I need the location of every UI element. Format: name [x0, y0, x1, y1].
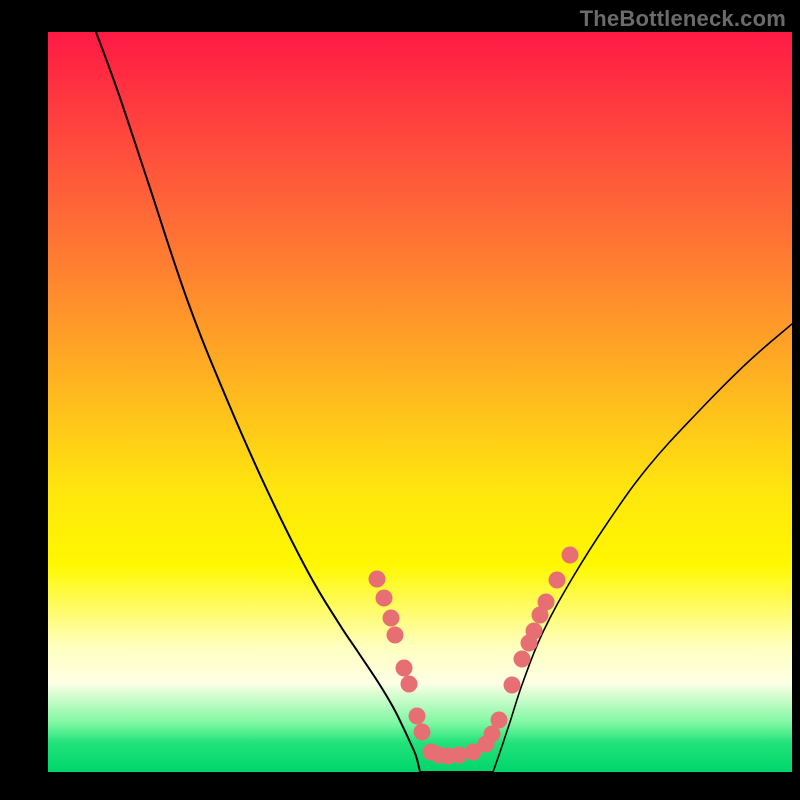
curve-svg [48, 32, 792, 772]
data-point [549, 572, 566, 589]
data-point [562, 547, 579, 564]
data-point [451, 747, 468, 764]
data-point [514, 651, 531, 668]
left-curve-path [96, 32, 420, 772]
data-point [396, 660, 413, 677]
data-point [409, 708, 426, 725]
right-curve-path [493, 324, 792, 772]
data-point [491, 712, 508, 729]
chart-frame: TheBottleneck.com [0, 0, 800, 800]
data-point [401, 676, 418, 693]
markers-group [369, 547, 579, 765]
data-point [538, 594, 555, 611]
data-point [504, 677, 521, 694]
data-point [383, 610, 400, 627]
plot-area [48, 32, 792, 772]
data-point [369, 571, 386, 588]
data-point [526, 623, 543, 640]
watermark-text: TheBottleneck.com [580, 6, 786, 32]
data-point [387, 627, 404, 644]
data-point [376, 590, 393, 607]
data-point [414, 724, 431, 741]
